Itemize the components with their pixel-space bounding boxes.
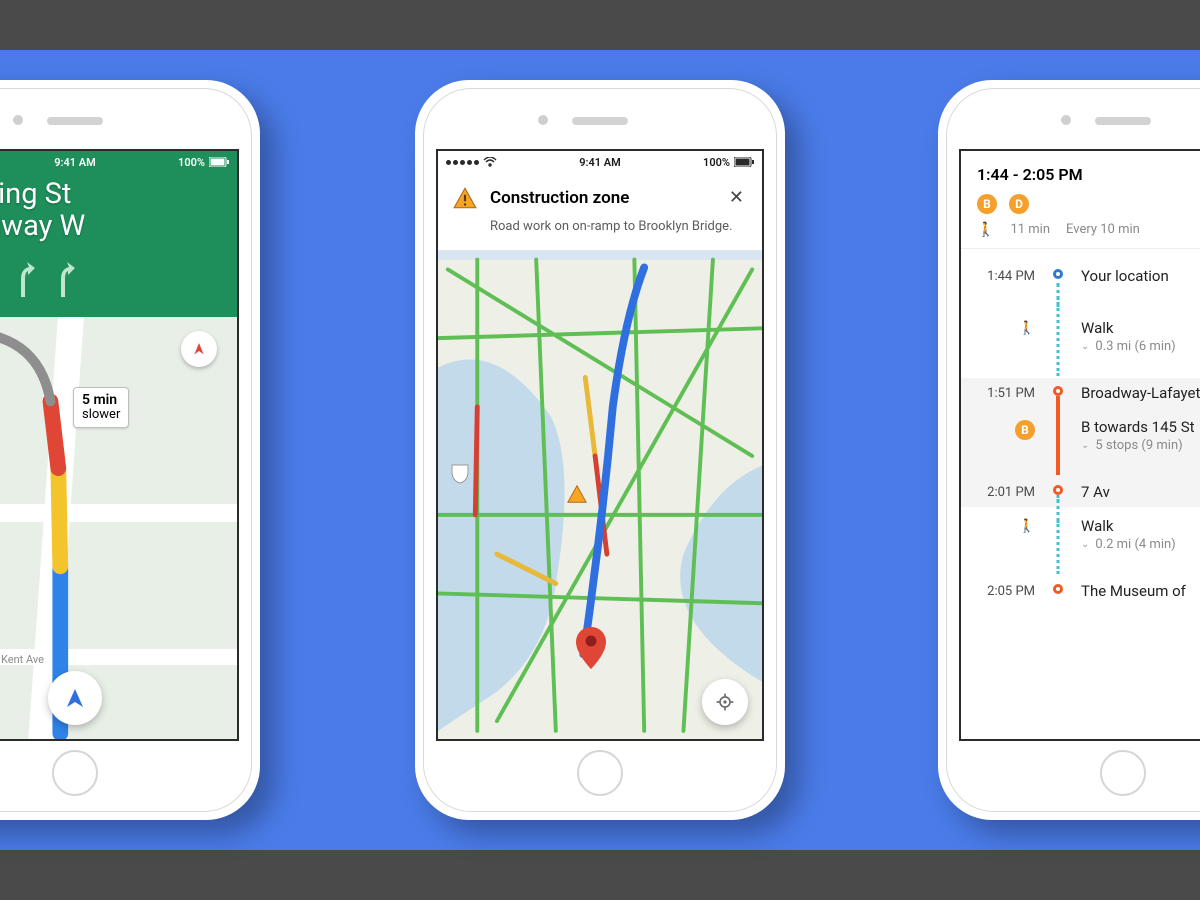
status-bar: 9:41 AM 100% <box>438 151 762 173</box>
step-title: B towards 145 St <box>1081 418 1200 436</box>
walk-icon: 🚶 <box>975 517 1035 552</box>
route-line <box>0 317 237 741</box>
step-title: Broadway-Lafayette St <box>1081 384 1200 402</box>
phone-camera <box>538 115 548 125</box>
walk-icon: 🚶 <box>975 319 1035 354</box>
navigation-banner[interactable]: Roebling St Broadway W <box>0 173 237 317</box>
step-title: 7 Av <box>1081 483 1200 501</box>
step-meta: 0.3 mi (6 min) <box>1095 339 1175 354</box>
phone-traffic: 9:41 AM 100% Construction zone <box>415 80 785 820</box>
step-walk[interactable]: 🚶 Walk ⌄ 0.3 mi (6 min) <box>961 309 1200 378</box>
step-title: Walk <box>1081 319 1200 337</box>
phone-camera <box>1061 115 1071 125</box>
alt-route-callout[interactable]: 5 min slower <box>73 387 129 428</box>
status-time: 9:41 AM <box>438 156 762 169</box>
phone-speaker <box>47 117 103 125</box>
phone-home-button <box>52 750 98 796</box>
step-title: Your location <box>1081 267 1200 285</box>
alt-route-value: 5 min <box>82 392 120 408</box>
phone-speaker <box>572 117 628 125</box>
step-walk[interactable]: 🚶 Walk ⌄ 0.2 mi (4 min) <box>961 507 1200 576</box>
step-meta: 5 stops (9 min) <box>1095 438 1182 453</box>
chevron-down-icon: ⌄ <box>1081 539 1089 550</box>
alert-title: Construction zone <box>490 188 713 208</box>
street-line-1: Roebling St <box>0 179 225 211</box>
line-badge-d: D <box>1009 194 1029 214</box>
phone-speaker <box>1095 117 1151 125</box>
step-time: 1:51 PM <box>975 384 1035 402</box>
phone-home-button <box>577 750 623 796</box>
construction-marker-icon[interactable] <box>566 483 588 505</box>
screen-navigation: 9:41 AM 100% Roebling St Broadway W <box>0 149 239 741</box>
screen-transit: 1:44 - 2:05 PM B D 🚶 11 min Every 10 min… <box>959 149 1200 741</box>
time-range: 1:44 - 2:05 PM <box>977 165 1200 184</box>
step-destination[interactable]: 2:05 PM The Museum of <box>961 576 1200 606</box>
step-alight-station[interactable]: 2:01 PM 7 Av <box>961 477 1200 507</box>
route-shield-icon <box>448 461 472 485</box>
lane-arrow-right-icon <box>11 259 35 303</box>
lane-guidance <box>0 259 225 303</box>
close-icon[interactable]: ✕ <box>725 183 748 212</box>
step-time: 2:05 PM <box>975 582 1035 600</box>
alert-card[interactable]: Construction zone ✕ Road work on on-ramp… <box>438 173 762 251</box>
step-title: Walk <box>1081 517 1200 535</box>
transit-summary[interactable]: 1:44 - 2:05 PM B D 🚶 11 min Every 10 min <box>961 151 1200 249</box>
transit-timeline: 1:44 PM Your location 🚶 Walk ⌄ 0.3 mi (6 … <box>961 249 1200 606</box>
summary-frequency: Every 10 min <box>1066 222 1140 238</box>
phone-camera <box>13 115 23 125</box>
construction-icon <box>452 185 478 211</box>
map-navigation[interactable]: Kent Ave 5 min slower <box>0 317 237 741</box>
step-board-station[interactable]: 1:51 PM Broadway-Lafayette St <box>961 378 1200 408</box>
step-time: 1:44 PM <box>975 267 1035 285</box>
locate-button[interactable] <box>702 679 748 725</box>
step-origin[interactable]: 1:44 PM Your location <box>961 257 1200 309</box>
summary-walk-time: 11 min <box>1010 222 1050 238</box>
street-line-2: Broadway W <box>0 211 225 243</box>
alert-body: Road work on on-ramp to Brooklyn Bridge. <box>490 218 748 236</box>
recenter-button[interactable] <box>48 671 102 725</box>
step-ride[interactable]: B B towards 145 St ⌄ 5 stops (9 min) <box>961 408 1200 477</box>
phone-transit: 1:44 - 2:05 PM B D 🚶 11 min Every 10 min… <box>938 80 1200 820</box>
destination-pin-icon[interactable] <box>576 627 606 673</box>
chevron-down-icon: ⌄ <box>1081 341 1089 352</box>
alt-route-label: slower <box>82 407 120 422</box>
walk-icon: 🚶 <box>977 222 994 238</box>
lane-arrow-right-icon <box>51 259 75 303</box>
status-bar: 9:41 AM 100% <box>0 151 237 173</box>
chevron-down-icon: ⌄ <box>1081 440 1089 451</box>
status-time: 9:41 AM <box>0 156 237 169</box>
report-pin-icon[interactable] <box>181 331 217 367</box>
step-meta: 0.2 mi (4 min) <box>1095 537 1175 552</box>
phone-navigation: 9:41 AM 100% Roebling St Broadway W <box>0 80 260 820</box>
phone-home-button <box>1100 750 1146 796</box>
map-traffic[interactable] <box>438 251 762 739</box>
route-chips: B D <box>977 194 1200 214</box>
line-badge-b: B <box>977 194 997 214</box>
step-title: The Museum of <box>1081 582 1200 600</box>
line-badge-b: B <box>1015 420 1035 440</box>
screen-traffic: 9:41 AM 100% Construction zone <box>436 149 764 741</box>
promo-canvas: 9:41 AM 100% Roebling St Broadway W <box>0 0 1200 900</box>
step-time: 2:01 PM <box>975 483 1035 501</box>
